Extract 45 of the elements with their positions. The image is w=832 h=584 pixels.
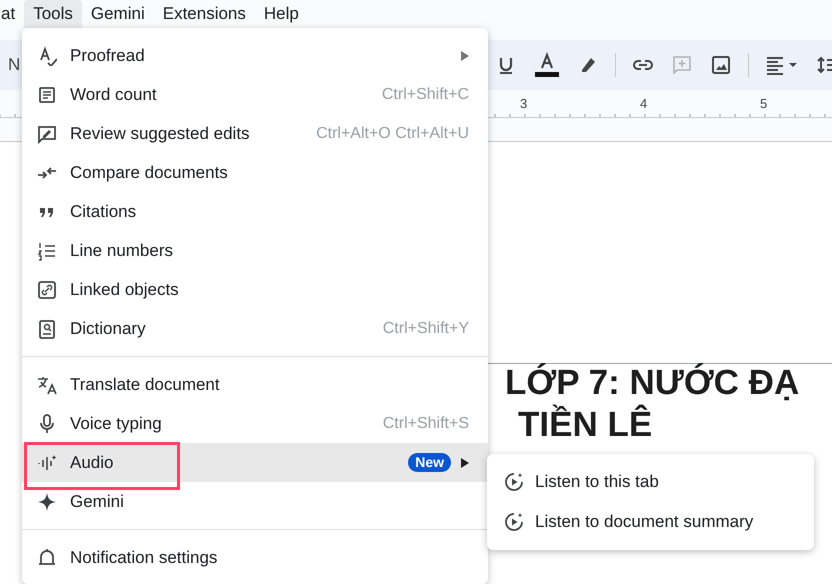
- menu-bar-item[interactable]: Tools: [24, 0, 82, 28]
- translate-icon: [37, 374, 57, 394]
- menu-item[interactable]: Word count Ctrl+Shift+C: [22, 75, 488, 114]
- document-heading: LỚP 7: NƯỚC ĐẠ: [505, 362, 800, 404]
- keyboard-shortcut: Ctrl+Alt+O Ctrl+Alt+U: [316, 124, 469, 144]
- menu-bar-item[interactable]: Help: [254, 0, 308, 28]
- ruler-number: 3: [520, 95, 528, 113]
- image-icon[interactable]: [709, 53, 733, 77]
- document-icon: [37, 84, 57, 104]
- numbered-list-icon: [37, 240, 57, 260]
- play-sparkle-icon: [503, 472, 525, 492]
- menu-bar-item[interactable]: at: [0, 0, 24, 28]
- menu-bar-item[interactable]: Extensions: [154, 0, 255, 28]
- bell-icon: [37, 548, 57, 568]
- menu-item[interactable]: Gemini: [22, 482, 488, 521]
- menu-item[interactable]: Audio New: [22, 443, 488, 482]
- audio-waveform-icon: [37, 452, 57, 472]
- ruler-number: 5: [760, 95, 768, 113]
- submenu-item[interactable]: Listen to this tab: [487, 462, 814, 502]
- dictionary-icon: [37, 318, 57, 338]
- ruler-number: 4: [640, 95, 648, 113]
- menu-item[interactable]: Notification settings: [22, 538, 488, 577]
- menu-item[interactable]: Citations: [22, 192, 488, 231]
- play-sparkle-icon: [503, 512, 525, 532]
- text-color-icon[interactable]: [533, 52, 561, 78]
- menu-item[interactable]: Proofread: [22, 36, 488, 75]
- menu-item[interactable]: Review suggested edits Ctrl+Alt+O Ctrl+Alt+U: [22, 114, 488, 153]
- document-heading: TIỀN LÊ: [518, 404, 654, 446]
- menu-item[interactable]: Line numbers: [22, 231, 488, 270]
- menu-item[interactable]: Voice typing Ctrl+Shift+S: [22, 404, 488, 443]
- sparkle-icon: [37, 492, 57, 512]
- new-badge: New: [408, 453, 451, 472]
- menu-item[interactable]: Dictionary Ctrl+Shift+Y: [22, 309, 488, 348]
- keyboard-shortcut: Ctrl+Shift+S: [382, 414, 469, 434]
- microphone-icon: [37, 414, 57, 434]
- keyboard-shortcut: Ctrl+Shift+Y: [382, 318, 469, 338]
- submenu-item[interactable]: Listen to document summary: [487, 502, 814, 542]
- keyboard-shortcut: Ctrl+Shift+C: [382, 84, 469, 104]
- menu-item[interactable]: Compare documents: [22, 153, 488, 192]
- link-box-icon: [37, 280, 57, 300]
- style-dropdown[interactable]: N: [8, 52, 20, 78]
- menu-bar-item[interactable]: Gemini: [82, 0, 154, 28]
- menu-item[interactable]: Linked objects: [22, 270, 488, 309]
- menu-item[interactable]: Translate document: [22, 365, 488, 404]
- review-edits-icon: [37, 124, 57, 144]
